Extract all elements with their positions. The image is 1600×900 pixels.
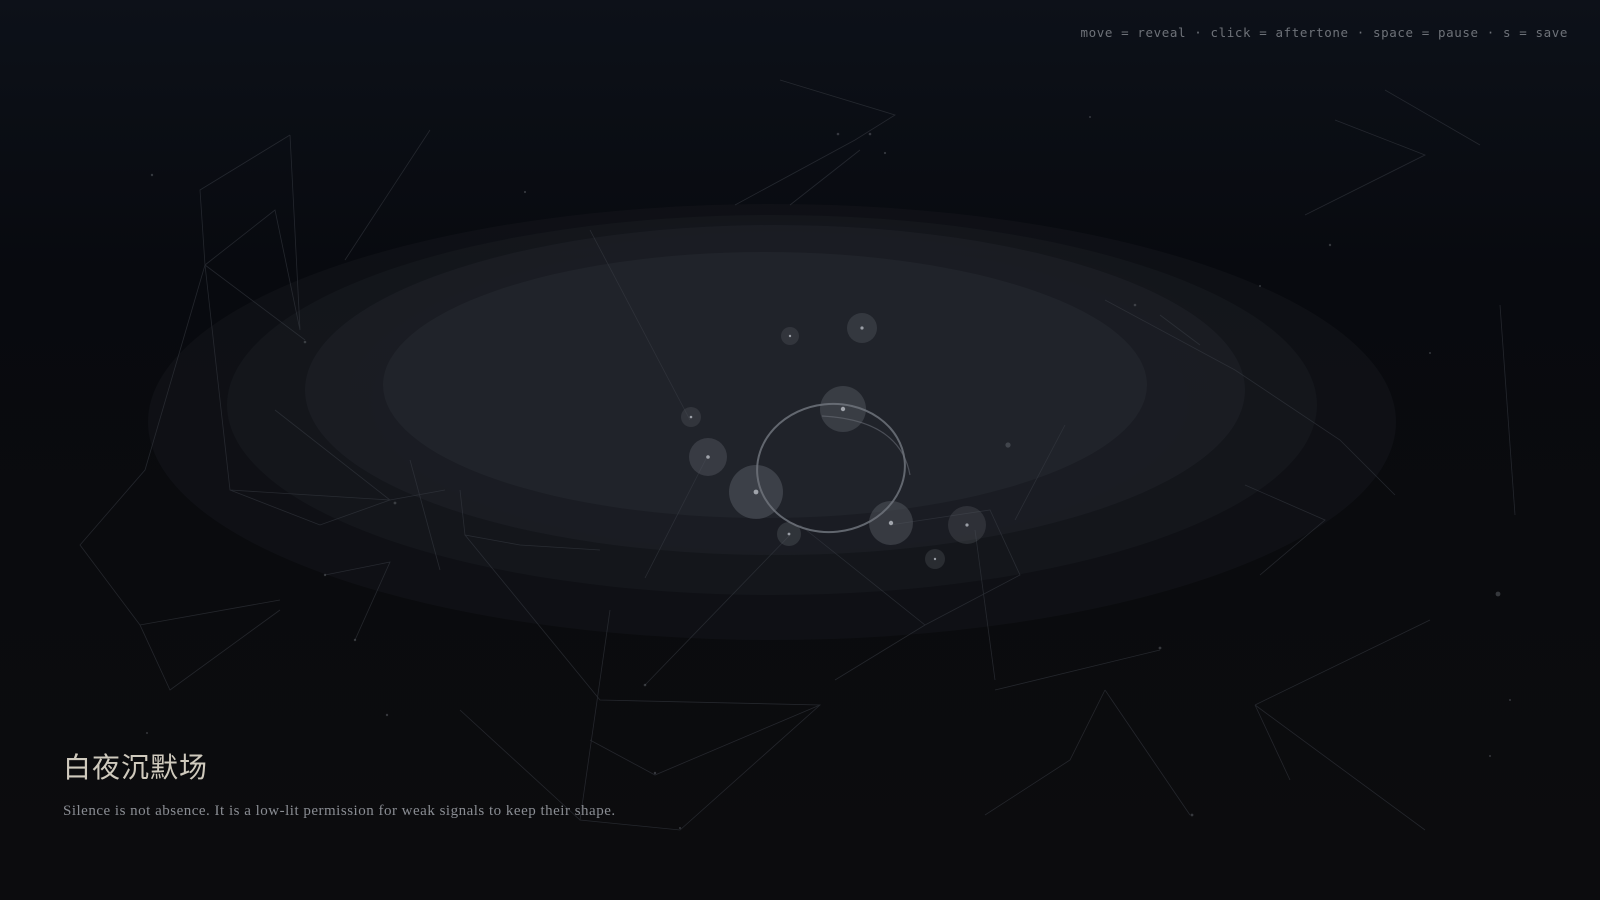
signal-node[interactable] <box>681 407 701 427</box>
node-core <box>965 523 969 527</box>
thread <box>734 79 896 206</box>
page-subtitle: Silence is not absence. It is a low-lit … <box>63 803 616 819</box>
dust-mote <box>868 132 872 136</box>
node-core <box>689 415 693 419</box>
dust-mote <box>1158 646 1162 650</box>
dust-mote <box>1259 285 1261 287</box>
dust-mote <box>150 173 154 177</box>
dust-mote <box>393 501 397 505</box>
caption-block: 白夜沉默场 Silence is not absence. It is a lo… <box>63 746 643 823</box>
dust-mote <box>1328 243 1332 247</box>
signal-node[interactable] <box>925 549 945 569</box>
dust-mote <box>643 683 647 687</box>
thread <box>1254 619 1431 706</box>
dust-mote <box>653 771 657 775</box>
signal-node[interactable] <box>948 506 986 544</box>
signal-node[interactable] <box>820 386 866 432</box>
dust-mote <box>679 827 681 829</box>
dust-mote <box>353 638 357 642</box>
thread <box>344 129 431 261</box>
node-core <box>753 489 759 495</box>
dust-mote <box>523 190 527 194</box>
signal-node[interactable] <box>689 438 727 476</box>
thread <box>139 609 281 691</box>
controls-hint: move = reveal · click = aftertone · spac… <box>1080 25 1568 40</box>
thread <box>984 689 1106 816</box>
dust-mote <box>146 732 148 734</box>
node-core <box>788 334 792 338</box>
dust-mote <box>1429 352 1431 354</box>
dust-mote <box>1190 813 1194 817</box>
thread <box>994 649 1161 691</box>
node-core <box>933 557 937 561</box>
dust-mote <box>303 340 307 344</box>
dust-mote <box>1089 116 1091 118</box>
thread <box>1254 704 1426 831</box>
dust-mote <box>385 713 389 717</box>
thread <box>1254 704 1291 781</box>
node-core <box>840 406 846 412</box>
thread <box>1104 689 1191 816</box>
node-core <box>888 520 894 526</box>
silence-field-canvas[interactable]: move = reveal · click = aftertone · spac… <box>0 0 1600 900</box>
node-core <box>706 455 710 459</box>
thread <box>1384 89 1481 146</box>
dust-mote <box>1489 755 1491 757</box>
thread <box>789 149 861 206</box>
page-title: 白夜沉默场 <box>63 751 209 784</box>
dust-mote <box>836 132 840 136</box>
signal-node[interactable] <box>847 313 877 343</box>
node-core <box>787 532 791 536</box>
signal-node[interactable] <box>869 501 913 545</box>
signal-node[interactable] <box>781 327 799 345</box>
node-core <box>860 326 864 330</box>
halo-layers <box>148 204 1396 640</box>
dust-mote <box>883 151 887 155</box>
dust-mote <box>1495 591 1501 597</box>
dust-mote <box>323 573 327 577</box>
thread <box>1499 304 1516 516</box>
dust-mote <box>1133 303 1137 307</box>
thread <box>1304 119 1426 216</box>
dust-mote <box>1509 699 1511 701</box>
dust-mote <box>1005 442 1011 448</box>
